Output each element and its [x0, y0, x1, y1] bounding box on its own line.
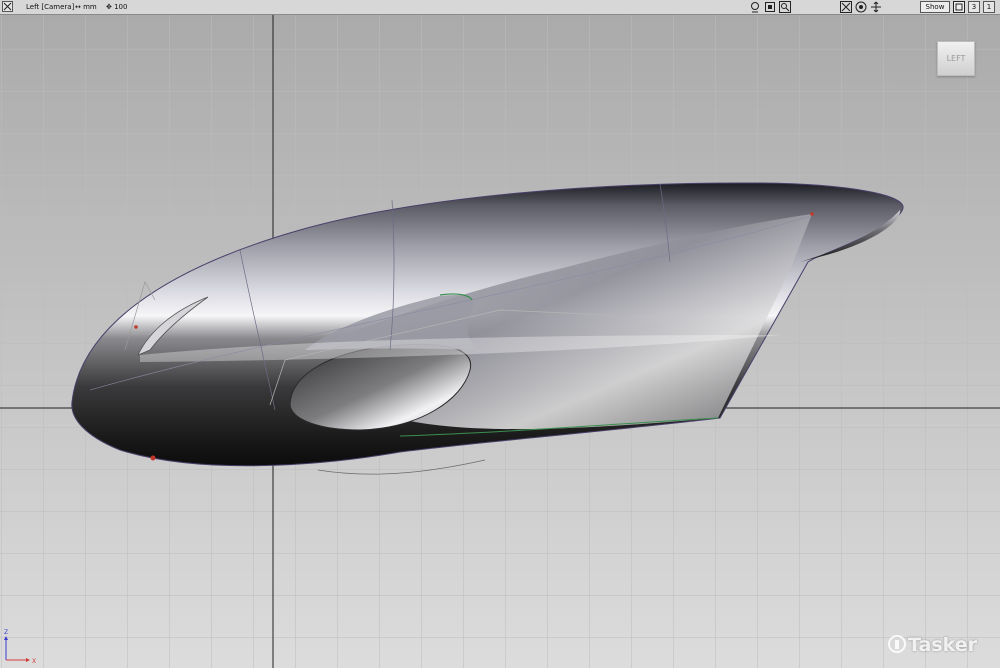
- frame-icon[interactable]: [764, 1, 776, 13]
- axis-indicator: Z X: [4, 629, 36, 665]
- cv-point-1: [150, 455, 156, 461]
- cv-point-2: [134, 325, 138, 329]
- units-indicator: ↔ mm: [75, 3, 97, 11]
- close-viewport-button[interactable]: [2, 1, 13, 12]
- view-cube[interactable]: LEFT: [937, 41, 975, 76]
- watermark-text: Tasker: [908, 634, 978, 656]
- magnify-icon[interactable]: [779, 1, 791, 13]
- grab-icon[interactable]: [749, 1, 761, 13]
- modeling-viewport[interactable]: LEFT Z X Tasker: [0, 0, 1000, 668]
- viewport-canvas[interactable]: [0, 0, 1000, 668]
- zoom-indicator: ✥ 100: [106, 3, 128, 11]
- view-label[interactable]: Left [Camera]: [26, 2, 74, 13]
- perspective-icon[interactable]: [840, 1, 852, 13]
- zoom-value: 100: [114, 3, 128, 11]
- tasker-logo-icon: [888, 635, 906, 653]
- units-label: mm: [83, 3, 97, 11]
- zoom-fit-icon[interactable]: [870, 1, 882, 13]
- cv-point-3: [810, 212, 814, 216]
- maximize-icon[interactable]: [953, 1, 965, 13]
- watermark: Tasker: [888, 634, 977, 660]
- z-axis-label: Z: [4, 629, 8, 636]
- show-button[interactable]: Show: [920, 1, 950, 13]
- close-icon: [3, 2, 12, 11]
- x-axis-label: X: [32, 658, 36, 665]
- orbit-icon[interactable]: [855, 1, 867, 13]
- layout-single-button[interactable]: 1: [983, 1, 995, 13]
- layout-three-button[interactable]: 3: [968, 1, 980, 13]
- viewport-title-bar: Left [Camera] ↔ mm ✥ 100 Show 3 1: [0, 0, 1000, 15]
